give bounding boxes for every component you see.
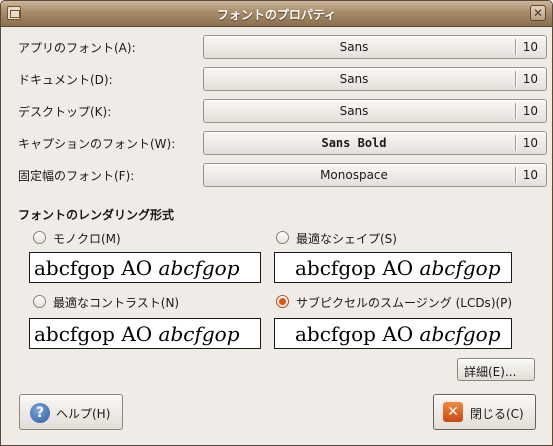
- application-font-button[interactable]: Sans 10: [203, 35, 547, 59]
- font-family: Monospace: [320, 168, 388, 182]
- font-size: 10: [522, 168, 538, 182]
- font-row-application: アプリのフォント(A): Sans 10: [18, 35, 547, 59]
- help-icon: ?: [30, 403, 50, 423]
- help-button-label: ヘルプ(H): [56, 407, 111, 421]
- radio-label: 最適なコントラスト(N): [53, 296, 180, 310]
- radio-button[interactable]: [33, 231, 46, 244]
- font-properties-window: フォントのプロパティ ✕ アプリのフォント(A): Sans 10 ドキュメント…: [0, 0, 553, 446]
- window-title: フォントのプロパティ: [216, 8, 337, 22]
- rendering-section-title: フォントのレンダリング形式: [18, 208, 175, 222]
- font-family: Sans: [339, 40, 369, 54]
- font-label-desktop: デスクトップ(K):: [18, 105, 112, 119]
- font-size: 10: [522, 72, 538, 86]
- sample-subpixel[interactable]: abcfgop AO abcfgop: [274, 318, 512, 349]
- separator: [515, 103, 516, 119]
- sample-best-contrast[interactable]: abcfgop AO abcfgop: [29, 318, 261, 349]
- close-button[interactable]: ✕ 閉じる(C): [433, 394, 536, 430]
- font-family: Sans: [339, 104, 369, 118]
- close-button-label: 閉じる(C): [470, 407, 524, 421]
- separator: [515, 135, 516, 151]
- font-size: 10: [522, 40, 538, 54]
- font-row-document: ドキュメント(D): Sans 10: [18, 67, 547, 91]
- font-family: Sans Bold: [321, 136, 387, 150]
- font-size: 10: [522, 104, 538, 118]
- sample-best-shapes[interactable]: abcfgop AO abcfgop: [274, 252, 512, 283]
- sample-monochrome[interactable]: abcfgop AO abcfgop: [29, 252, 261, 283]
- title-bar[interactable]: フォントのプロパティ ✕: [1, 1, 552, 27]
- font-row-caption: キャプションのフォント(W): Sans Bold 10: [18, 131, 547, 155]
- font-label-caption: キャプションのフォント(W):: [18, 137, 176, 151]
- close-icon[interactable]: ✕: [530, 5, 546, 21]
- font-family: Sans: [339, 72, 369, 86]
- details-button-label: 詳細(E)...: [464, 365, 517, 379]
- font-label-application: アプリのフォント(A):: [18, 41, 136, 55]
- font-label-monospace: 固定幅のフォント(F):: [18, 169, 135, 183]
- separator: [515, 167, 516, 183]
- font-row-monospace: 固定幅のフォント(F): Monospace 10: [18, 163, 547, 187]
- details-button[interactable]: 詳細(E)...: [457, 358, 535, 381]
- separator: [515, 71, 516, 87]
- desktop-font-button[interactable]: Sans 10: [203, 99, 547, 123]
- sample-text: abcfgop AO abcfgop: [295, 256, 501, 280]
- radio-label: モノクロ(M): [53, 232, 121, 246]
- radio-label: サブピクセルのスムージング (LCDs)(P): [296, 296, 513, 310]
- radio-button[interactable]: [33, 295, 46, 308]
- sample-text: abcfgop AO abcfgop: [34, 256, 240, 280]
- sample-text: abcfgop AO abcfgop: [295, 322, 501, 346]
- caption-font-button[interactable]: Sans Bold 10: [203, 131, 547, 155]
- close-icon: ✕: [443, 402, 463, 422]
- radio-button[interactable]: [276, 231, 289, 244]
- document-font-button[interactable]: Sans 10: [203, 67, 547, 91]
- help-button[interactable]: ? ヘルプ(H): [19, 394, 123, 430]
- sample-text: abcfgop AO abcfgop: [34, 322, 240, 346]
- font-label-document: ドキュメント(D):: [18, 73, 113, 87]
- monospace-font-button[interactable]: Monospace 10: [203, 163, 547, 187]
- radio-label: 最適なシェイプ(S): [296, 232, 397, 246]
- font-size: 10: [522, 136, 538, 150]
- radio-button[interactable]: [276, 295, 289, 308]
- font-row-desktop: デスクトップ(K): Sans 10: [18, 99, 547, 123]
- separator: [515, 39, 516, 55]
